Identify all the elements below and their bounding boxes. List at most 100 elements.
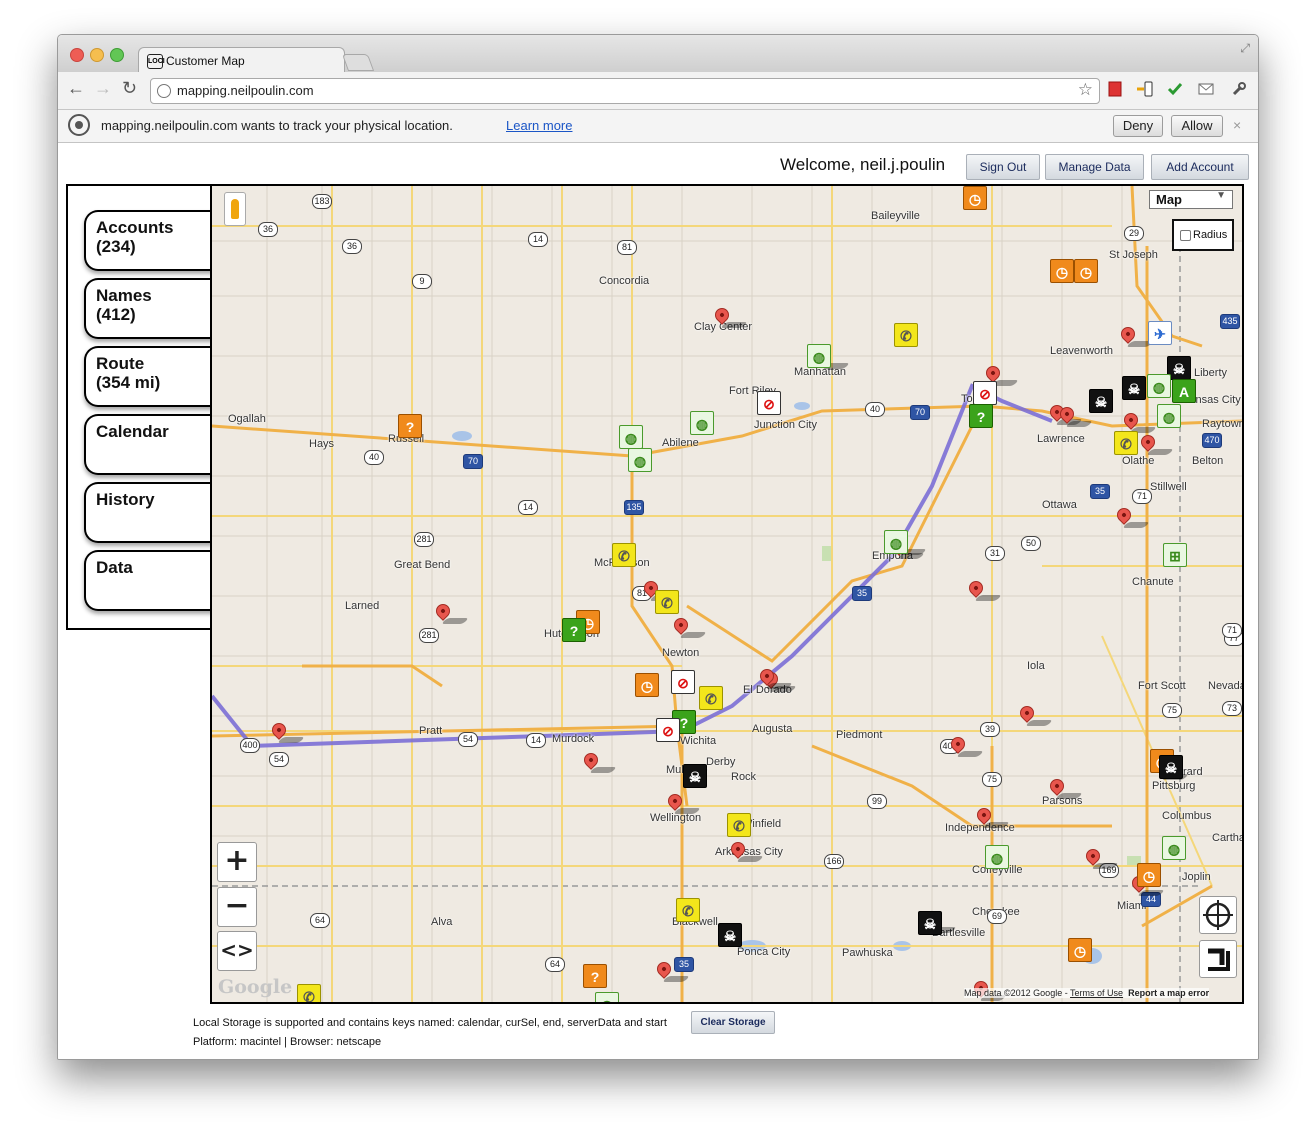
add-account-button[interactable]: Add Account (1151, 154, 1249, 180)
new-tab-button[interactable] (341, 54, 375, 71)
locate-me-icon[interactable] (1199, 896, 1237, 934)
globe-icon[interactable]: ◍ (1162, 836, 1186, 860)
no-entry-icon[interactable]: ⊘ (757, 391, 781, 415)
address-marker-a-icon[interactable]: A (1172, 379, 1196, 403)
skull-icon[interactable]: ☠ (718, 923, 742, 947)
sidebar-item-accounts[interactable]: Accounts (234) (84, 210, 226, 271)
unknown-orange-icon[interactable]: ? (398, 414, 422, 438)
account-pin-icon[interactable] (948, 734, 984, 757)
skull-icon[interactable]: ☠ (683, 764, 707, 788)
checkmark-extension-icon[interactable] (1166, 81, 1184, 99)
globe-icon[interactable]: ◍ (1157, 404, 1181, 428)
account-pin-icon[interactable] (654, 959, 690, 982)
no-entry-icon[interactable]: ⊘ (656, 718, 680, 742)
sidebar-item-data[interactable]: Data (84, 550, 226, 611)
sidebar-item-route[interactable]: Route (354 mi) (84, 346, 226, 407)
no-entry-icon[interactable]: ⊘ (671, 670, 695, 694)
clock-icon[interactable]: ◷ (1137, 863, 1161, 887)
zoom-window-button[interactable] (110, 48, 124, 62)
clock-icon[interactable]: ◷ (963, 186, 987, 210)
account-pin-icon[interactable] (1114, 505, 1150, 528)
infobar-close-icon[interactable]: × (1233, 117, 1241, 133)
clock-icon[interactable]: ◷ (1050, 259, 1074, 283)
phone-icon[interactable]: ✆ (612, 543, 636, 567)
globe-icon[interactable]: ◍ (595, 992, 619, 1002)
globe-icon[interactable]: ◍ (628, 448, 652, 472)
reload-icon[interactable]: ↻ (122, 78, 137, 99)
allow-button[interactable]: Allow (1171, 115, 1223, 137)
globe-icon[interactable]: ◍ (884, 530, 908, 554)
learn-more-link[interactable]: Learn more (506, 118, 572, 133)
manage-data-button[interactable]: Manage Data (1045, 154, 1144, 180)
globe-icon[interactable]: ◍ (807, 344, 831, 368)
account-pin-icon[interactable] (966, 578, 1002, 601)
phone-icon[interactable]: ✆ (655, 590, 679, 614)
unknown-orange-icon[interactable]: ? (583, 964, 607, 988)
clock-icon[interactable]: ◷ (635, 673, 659, 697)
bookmark-star-icon[interactable]: ☆ (1078, 80, 1093, 100)
clock-icon[interactable]: ◷ (1068, 938, 1092, 962)
phone-icon[interactable]: ✆ (894, 323, 918, 347)
radius-toggle[interactable]: Radius (1172, 219, 1234, 251)
question-icon[interactable]: ? (562, 618, 586, 642)
wrench-icon[interactable] (1230, 81, 1248, 99)
phone-extension-icon[interactable] (1136, 81, 1154, 99)
pan-toggle-button[interactable]: <> (217, 931, 257, 971)
bus-icon[interactable]: ⊞ (1163, 543, 1187, 567)
account-pin-icon[interactable] (728, 839, 764, 862)
terms-of-use-link[interactable]: Terms of Use (1070, 988, 1123, 998)
account-pin-icon[interactable] (581, 750, 617, 773)
airport-icon[interactable]: ✈ (1148, 321, 1172, 345)
account-pin-icon[interactable] (757, 666, 793, 689)
sign-out-button[interactable]: Sign Out (966, 154, 1040, 180)
street-view-pegman-icon[interactable] (224, 192, 246, 226)
globe-icon[interactable]: ◍ (1147, 374, 1171, 398)
phone-icon[interactable]: ✆ (699, 686, 723, 710)
sidebar-item-names[interactable]: Names (412) (84, 278, 226, 339)
skull-icon[interactable]: ☠ (918, 911, 942, 935)
clock-icon[interactable]: ◷ (1074, 259, 1098, 283)
skull-icon[interactable]: ☠ (1089, 389, 1113, 413)
account-pin-icon[interactable] (1121, 410, 1157, 433)
account-pin-icon[interactable] (712, 305, 748, 328)
account-pin-icon[interactable] (433, 601, 469, 624)
account-pin-icon[interactable] (1057, 404, 1093, 427)
gmail-extension-icon[interactable] (1198, 81, 1216, 99)
close-window-button[interactable] (70, 48, 84, 62)
account-pin-icon[interactable] (269, 720, 305, 743)
address-bar[interactable]: mapping.neilpoulin.com ☆ (150, 78, 1100, 104)
skull-icon[interactable]: ☠ (1159, 755, 1183, 779)
back-icon[interactable]: ← (67, 78, 85, 99)
globe-icon[interactable]: ◍ (690, 411, 714, 435)
question-icon[interactable]: ? (969, 404, 993, 428)
account-pin-icon[interactable] (665, 791, 701, 814)
clear-storage-button[interactable]: Clear Storage (691, 1011, 775, 1034)
zoom-in-button[interactable]: + (217, 842, 257, 882)
account-pin-icon[interactable] (974, 805, 1010, 828)
bookmark-extension-icon[interactable] (1106, 81, 1124, 99)
account-pin-icon[interactable] (1138, 432, 1174, 455)
account-pin-icon[interactable] (1118, 324, 1154, 347)
globe-icon[interactable]: ◍ (619, 425, 643, 449)
forward-icon[interactable]: → (94, 78, 112, 99)
phone-icon[interactable]: ✆ (1114, 431, 1138, 455)
sidebar-item-calendar[interactable]: Calendar (84, 414, 226, 475)
sidebar-item-history[interactable]: History (84, 482, 226, 543)
radius-checkbox[interactable] (1180, 230, 1191, 241)
map-type-select[interactable]: Map ▼ (1149, 190, 1233, 209)
no-entry-icon[interactable]: ⊘ (973, 381, 997, 405)
globe-icon[interactable]: ◍ (985, 845, 1009, 869)
customer-map[interactable]: Baileyville St Joseph Concordia Clay Cen… (210, 184, 1244, 1004)
account-pin-icon[interactable] (1017, 703, 1053, 726)
phone-icon[interactable]: ✆ (676, 898, 700, 922)
account-pin-icon[interactable] (671, 615, 707, 638)
deny-button[interactable]: Deny (1113, 115, 1163, 137)
phone-icon[interactable]: ✆ (727, 813, 751, 837)
account-pin-icon[interactable] (1047, 776, 1083, 799)
zoom-out-button[interactable]: − (217, 887, 257, 927)
phone-icon[interactable]: ✆ (297, 984, 321, 1002)
fullscreen-map-icon[interactable] (1199, 940, 1237, 978)
minimize-window-button[interactable] (90, 48, 104, 62)
tab-customer-map[interactable]: LOCI Customer Map (138, 47, 345, 74)
fullscreen-icon[interactable]: ⤢ (1240, 41, 1250, 56)
